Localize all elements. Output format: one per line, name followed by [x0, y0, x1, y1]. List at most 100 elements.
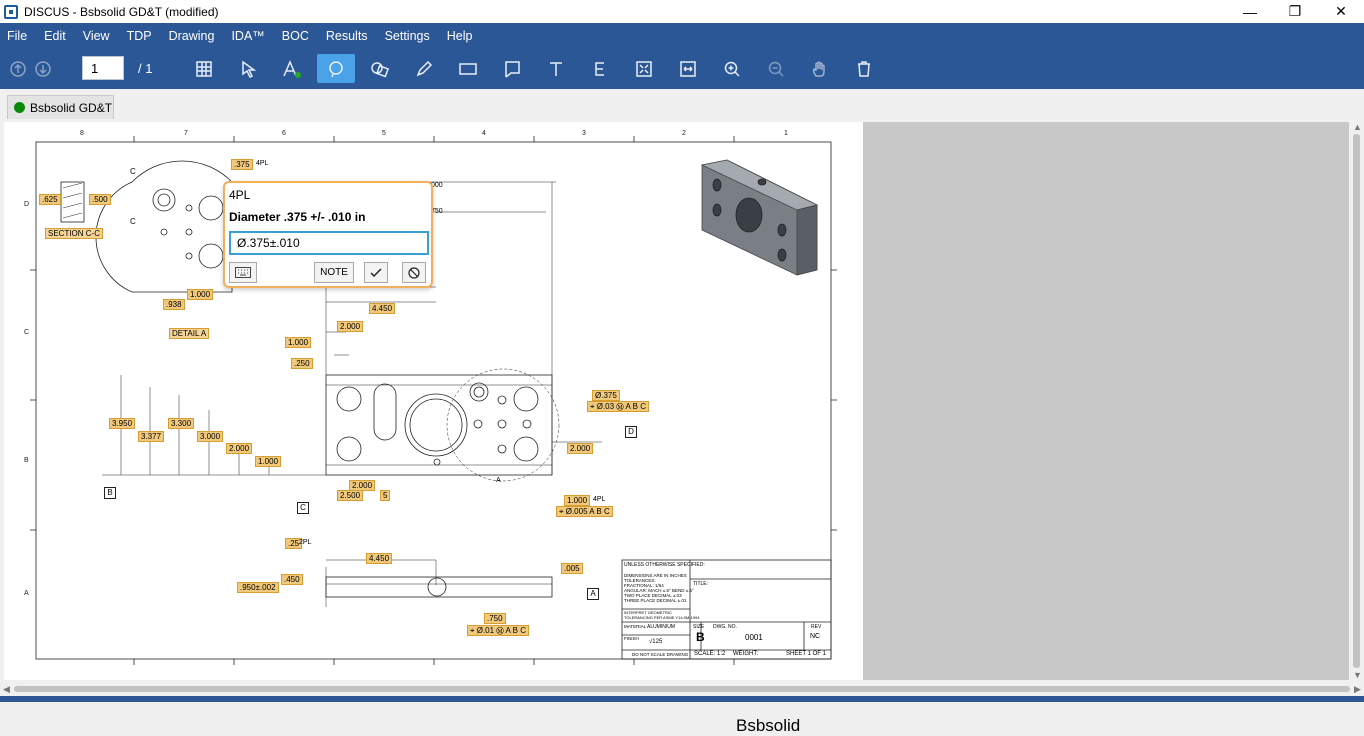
zone-d: D	[24, 201, 29, 208]
vertical-scroll-thumb[interactable]	[1353, 134, 1360, 668]
dim-tag[interactable]: 2.000	[337, 321, 364, 332]
dim-tag[interactable]: 5	[380, 490, 391, 501]
zone-1: 1	[784, 130, 788, 137]
dim-tag[interactable]: 4.450	[366, 553, 393, 564]
menu-edit[interactable]: Edit	[44, 29, 66, 43]
tb-title: Bsbsolid	[736, 716, 801, 735]
pencil-icon[interactable]	[405, 54, 443, 83]
scroll-right-icon[interactable]: ▶	[1354, 684, 1361, 695]
fit-icon[interactable]	[625, 54, 663, 83]
tab-strip: Bsbsolid GD&T	[0, 89, 1364, 121]
dim-tag[interactable]: 4.450	[369, 303, 396, 314]
pl4-label: 4PL	[256, 160, 269, 167]
restore-button[interactable]: ❐	[1272, 0, 1318, 23]
dim-tag[interactable]: .625	[39, 194, 61, 205]
dim-tag[interactable]: 1.000	[187, 289, 214, 300]
flag-icon[interactable]	[493, 54, 531, 83]
fcf-tag[interactable]: ⌖ Ø.01 Ⓜ A B C	[467, 625, 530, 636]
menu-file[interactable]: File	[7, 29, 27, 43]
tb-three: THREE PLACE DECIMAL ±.01	[624, 598, 687, 603]
fit-width-icon[interactable]	[669, 54, 707, 83]
page-total: / 1	[138, 61, 153, 76]
section-label: SECTION C-C	[45, 228, 103, 239]
e-icon[interactable]	[581, 54, 619, 83]
drawing-sheet: 8 7 6 5 4 3 2 1 D C B A	[24, 130, 837, 665]
menu-settings[interactable]: Settings	[385, 29, 430, 43]
dim-tag[interactable]: 1.000	[255, 456, 282, 467]
dimension-value-input[interactable]	[229, 231, 429, 255]
menu-view[interactable]: View	[83, 29, 110, 43]
tab-bsbsolid[interactable]: Bsbsolid GD&T	[7, 95, 114, 119]
dim-tag[interactable]: 3.377	[138, 431, 165, 442]
menu-help[interactable]: Help	[447, 29, 473, 43]
tb-title-label: TITLE:	[693, 581, 709, 587]
zone-a: A	[24, 590, 29, 597]
keyboard-icon[interactable]	[229, 262, 257, 283]
fcf-tag[interactable]: ⌖ Ø.005 A B C	[556, 506, 613, 517]
zone-6: 6	[282, 130, 286, 137]
lasso-icon[interactable]	[317, 54, 355, 83]
shapes-icon[interactable]	[361, 54, 399, 83]
check-icon[interactable]	[364, 262, 388, 283]
dim-tag[interactable]: .950±.002	[237, 582, 279, 593]
dim-tag[interactable]: .938	[163, 299, 185, 310]
dim-tag[interactable]: 2.000	[567, 443, 594, 454]
rectangle-icon[interactable]	[449, 54, 487, 83]
scroll-down-icon[interactable]: ▼	[1353, 670, 1362, 680]
window-title: DISCUS - Bsbsolid GD&T (modified)	[24, 4, 219, 19]
dim-tag[interactable]: .750	[484, 613, 506, 624]
text-icon[interactable]	[537, 54, 575, 83]
pl4-label-2: 4PL	[593, 496, 606, 503]
empty-workspace	[863, 122, 1349, 680]
toolbar	[0, 48, 1364, 89]
drawing-canvas[interactable]: 8 7 6 5 4 3 2 1 D C B A .375 4PL .625 .5…	[4, 122, 863, 735]
dim-tag[interactable]: 1.000	[564, 495, 591, 506]
pl2-label: 2PL	[299, 539, 312, 546]
zoom-in-icon[interactable]	[713, 54, 751, 83]
dim-tag[interactable]: 3.000	[197, 431, 224, 442]
tb-material: ALUMINIUM	[647, 624, 676, 630]
dim-tag[interactable]: 2.500	[337, 490, 364, 501]
dim-tag[interactable]: 2.000	[226, 443, 253, 454]
text-style-icon[interactable]	[273, 54, 311, 83]
cancel-icon[interactable]	[402, 262, 426, 283]
scroll-left-icon[interactable]: ◀	[3, 684, 10, 695]
arrow-down-icon[interactable]	[25, 54, 61, 83]
close-button[interactable]: ✕	[1318, 0, 1364, 23]
datum-a: A	[587, 588, 599, 600]
zone-2: 2	[682, 130, 686, 137]
menu-results[interactable]: Results	[326, 29, 368, 43]
scroll-up-icon[interactable]: ▲	[1353, 122, 1362, 132]
dim-tag[interactable]: .375	[231, 159, 253, 170]
menu-ida[interactable]: IDA™	[231, 29, 264, 43]
note-button[interactable]: NOTE	[314, 262, 354, 283]
zone-5: 5	[382, 130, 386, 137]
trash-icon[interactable]	[845, 54, 883, 83]
hole-callout[interactable]: Ø.375	[592, 390, 620, 401]
dim-tag[interactable]: .250	[291, 358, 313, 369]
tb-weight: WEIGHT:	[733, 651, 758, 657]
menu-boc[interactable]: BOC	[282, 29, 309, 43]
dim-tag[interactable]: .500	[89, 194, 111, 205]
dim-tag[interactable]: 3.950	[109, 418, 136, 429]
table-icon[interactable]	[185, 54, 223, 83]
dim-tag[interactable]: .005	[561, 563, 583, 574]
zoom-out-icon[interactable]	[757, 54, 795, 83]
select-icon[interactable]	[229, 54, 267, 83]
cut-c-label: C	[130, 167, 136, 176]
fcf-tag[interactable]: ⌖ Ø.03 Ⓜ A B C	[587, 401, 650, 412]
pan-icon[interactable]	[801, 54, 839, 83]
tb-size: B	[696, 630, 705, 644]
dim-tag[interactable]: .450	[281, 574, 303, 585]
tb-sheet: SHEET 1 OF 1	[786, 651, 826, 657]
zone-8: 8	[80, 130, 84, 137]
dim-tag[interactable]: 1.000	[285, 337, 312, 348]
menu-drawing[interactable]: Drawing	[169, 29, 215, 43]
page-number-input[interactable]	[82, 56, 124, 80]
dim-tag[interactable]: 3.300	[168, 418, 195, 429]
tb-dwg-label: DWG. NO.	[713, 624, 737, 630]
horizontal-scroll-thumb[interactable]	[14, 686, 1350, 692]
tb-scale: SCALE: 1:2	[694, 651, 726, 657]
minimize-button[interactable]: —	[1227, 0, 1273, 23]
menu-tdp[interactable]: TDP	[127, 29, 152, 43]
